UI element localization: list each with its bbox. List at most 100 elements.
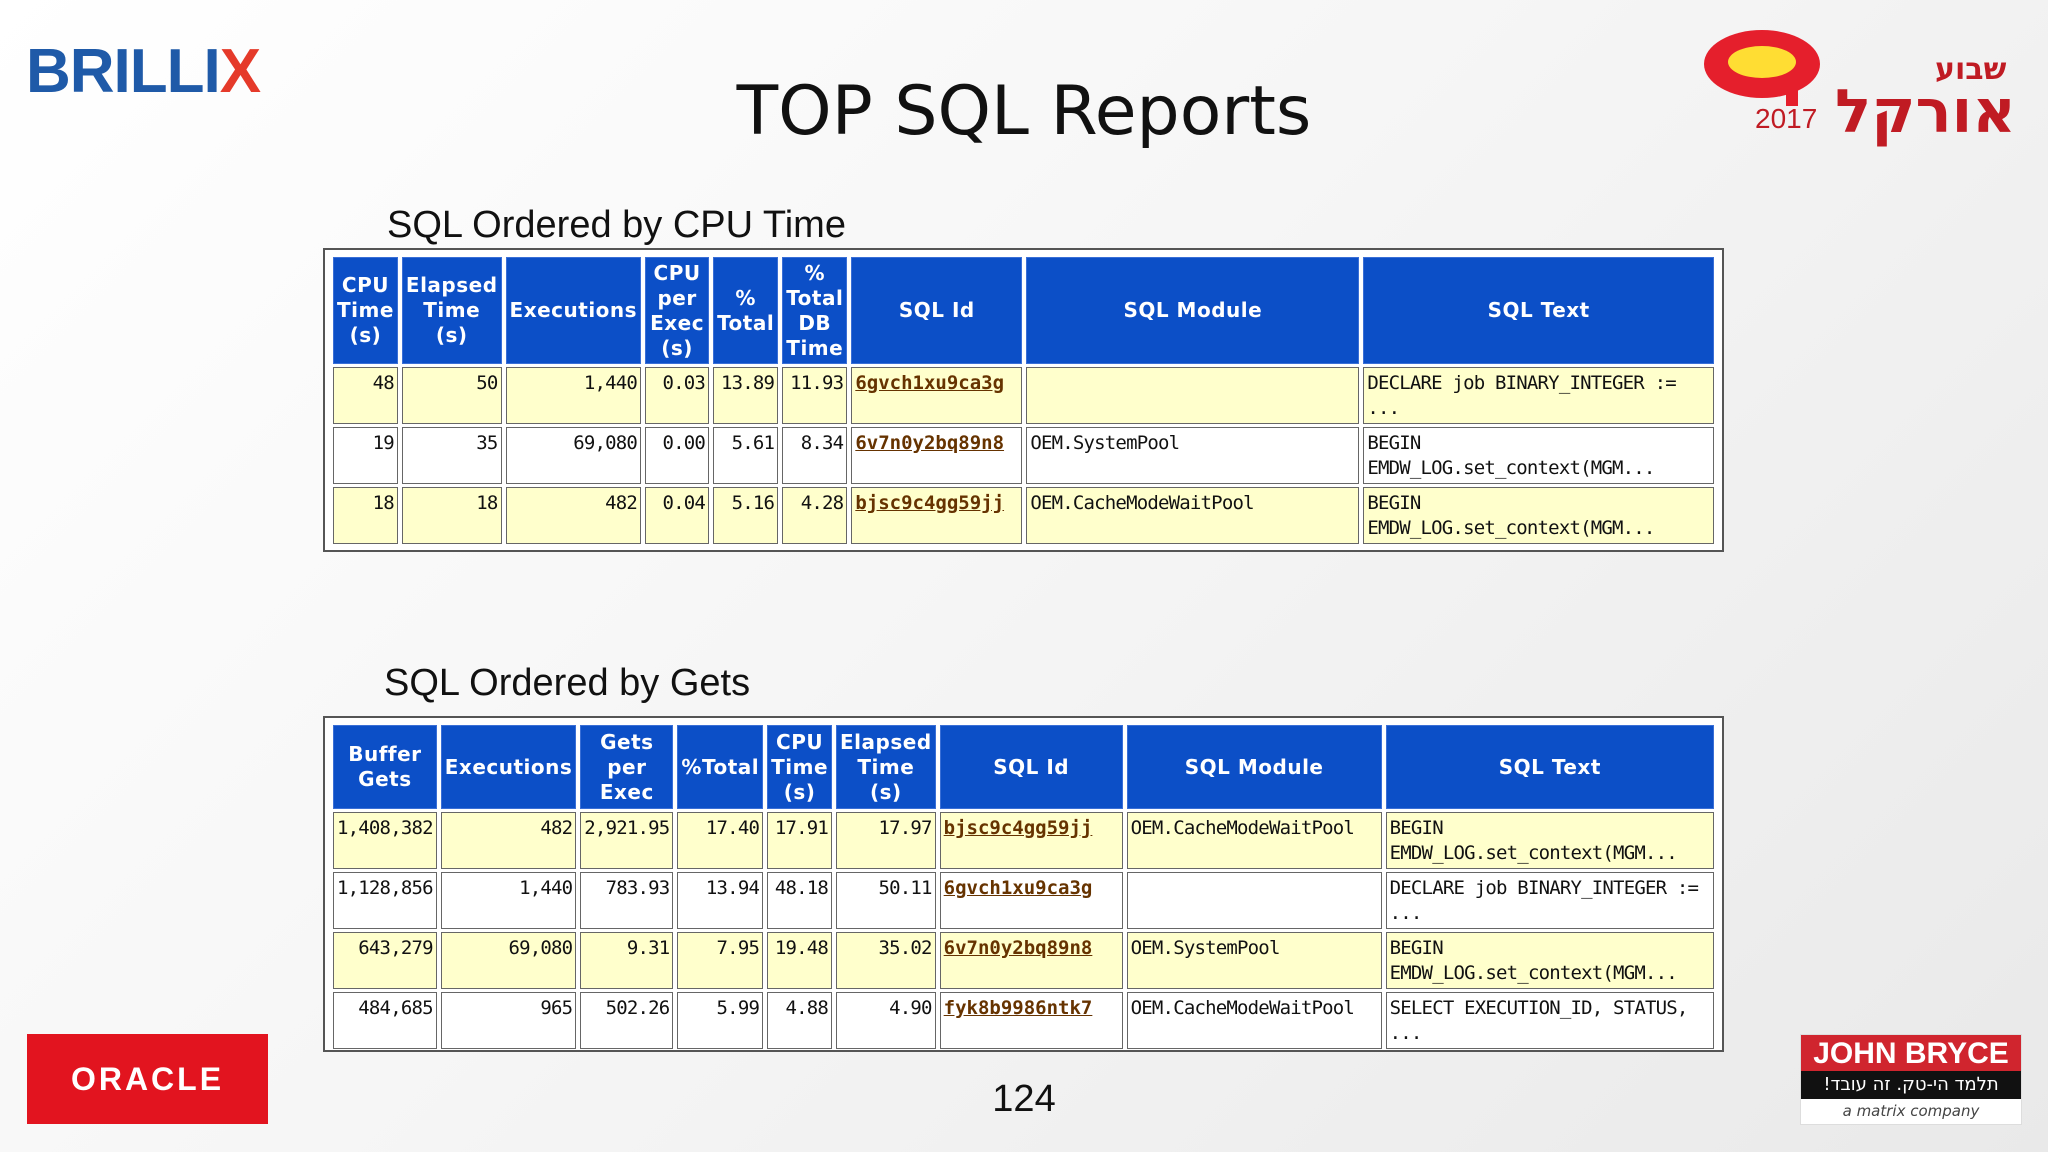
cell-sql-text: BEGIN EMDW_LOG.set_context(MGM... bbox=[1363, 487, 1714, 544]
col-header-elapsed[interactable]: Elapsed Time (s) bbox=[401, 257, 502, 364]
col-header-sql-module[interactable]: SQL Module bbox=[1126, 725, 1382, 809]
sql-id-link[interactable]: bjsc9c4gg59jj bbox=[855, 492, 1004, 514]
john-bryce-logo: JOHN BRYCE תלמד הי-טק. זה עובד! a matrix… bbox=[1800, 1034, 2022, 1125]
sql-id-link[interactable]: fyk8b9986ntk7 bbox=[944, 997, 1093, 1019]
cell-pct-total: 13.89 bbox=[713, 367, 779, 424]
sql-id-link[interactable]: bjsc9c4gg59jj bbox=[944, 817, 1093, 839]
cell-cpu-time: 19.48 bbox=[767, 932, 833, 989]
cell-pct-db-time: 8.34 bbox=[782, 427, 848, 484]
cell-buffer-gets: 643,279 bbox=[333, 932, 437, 989]
cell-sql-id: 6v7n0y2bq89n8 bbox=[851, 427, 1023, 484]
col-header-sql-text[interactable]: SQL Text bbox=[1363, 257, 1714, 364]
cell-pct-total: 5.99 bbox=[677, 992, 764, 1049]
cell-buffer-gets: 1,128,856 bbox=[333, 872, 437, 929]
cell-elapsed: 35.02 bbox=[836, 932, 936, 989]
col-header-pct-db-time[interactable]: % Total DB Time bbox=[782, 257, 848, 364]
cell-executions: 1,440 bbox=[505, 367, 642, 424]
table-row: 643,279 69,080 9.31 7.95 19.48 35.02 6v7… bbox=[333, 932, 1714, 989]
cell-cpu-time: 4.88 bbox=[767, 992, 833, 1049]
table-row: 484,685 965 502.26 5.99 4.88 4.90 fyk8b9… bbox=[333, 992, 1714, 1049]
sql-id-link[interactable]: 6gvch1xu9ca3g bbox=[944, 877, 1093, 899]
event-year: 2017 bbox=[1755, 103, 1817, 134]
cell-sql-id: 6v7n0y2bq89n8 bbox=[939, 932, 1123, 989]
cell-sql-id: bjsc9c4gg59jj bbox=[939, 812, 1123, 869]
cell-sql-text: BEGIN EMDW_LOG.set_context(MGM... bbox=[1385, 932, 1714, 989]
orakel-week-logo: 2017 שבוע אורקל bbox=[1704, 30, 2016, 147]
gets-table-container: Buffer Gets Executions Gets per Exec %To… bbox=[323, 716, 1724, 1052]
cell-sql-module bbox=[1026, 367, 1360, 424]
col-header-sql-text[interactable]: SQL Text bbox=[1385, 725, 1714, 809]
cell-buffer-gets: 484,685 bbox=[333, 992, 437, 1049]
cell-buffer-gets: 1,408,382 bbox=[333, 812, 437, 869]
table-row: 48 50 1,440 0.03 13.89 11.93 6gvch1xu9ca… bbox=[333, 367, 1714, 424]
col-header-pct-total[interactable]: % Total bbox=[713, 257, 779, 364]
cell-gets-per-exec: 783.93 bbox=[580, 872, 674, 929]
cell-elapsed: 18 bbox=[401, 487, 502, 544]
gets-table: Buffer Gets Executions Gets per Exec %To… bbox=[329, 722, 1718, 1052]
cell-sql-id: 6gvch1xu9ca3g bbox=[939, 872, 1123, 929]
sql-id-link[interactable]: 6v7n0y2bq89n8 bbox=[855, 432, 1004, 454]
col-header-executions[interactable]: Executions bbox=[440, 725, 577, 809]
cell-executions: 482 bbox=[505, 487, 642, 544]
cell-elapsed: 35 bbox=[401, 427, 502, 484]
cell-cpu-per-exec: 0.04 bbox=[645, 487, 710, 544]
cell-sql-text: BEGIN EMDW_LOG.set_context(MGM... bbox=[1385, 812, 1714, 869]
cell-sql-module: OEM.CacheModeWaitPool bbox=[1026, 487, 1360, 544]
table-row: 1,408,382 482 2,921.95 17.40 17.91 17.97… bbox=[333, 812, 1714, 869]
col-header-cpu-time[interactable]: CPU Time (s) bbox=[333, 257, 398, 364]
cell-cpu-time: 18 bbox=[333, 487, 398, 544]
cell-sql-module: OEM.CacheModeWaitPool bbox=[1126, 992, 1382, 1049]
cell-sql-id: bjsc9c4gg59jj bbox=[851, 487, 1023, 544]
john-bryce-tagline: תלמד הי-טק. זה עובד! bbox=[1801, 1071, 2021, 1099]
cell-pct-db-time: 4.28 bbox=[782, 487, 848, 544]
cell-sql-text: DECLARE job BINARY_INTEGER := ... bbox=[1363, 367, 1714, 424]
col-header-executions[interactable]: Executions bbox=[505, 257, 642, 364]
cell-sql-module bbox=[1126, 872, 1382, 929]
cell-cpu-time: 48.18 bbox=[767, 872, 833, 929]
cell-executions: 69,080 bbox=[440, 932, 577, 989]
col-header-elapsed[interactable]: Elapsed Time (s) bbox=[836, 725, 936, 809]
cell-pct-total: 17.40 bbox=[677, 812, 764, 869]
cell-sql-module: OEM.CacheModeWaitPool bbox=[1126, 812, 1382, 869]
cell-pct-db-time: 11.93 bbox=[782, 367, 848, 424]
cell-executions: 482 bbox=[440, 812, 577, 869]
cell-gets-per-exec: 502.26 bbox=[580, 992, 674, 1049]
cell-elapsed: 50 bbox=[401, 367, 502, 424]
cpu-section-title: SQL Ordered by CPU Time bbox=[387, 204, 846, 246]
col-header-sql-module[interactable]: SQL Module bbox=[1026, 257, 1360, 364]
table-row: 18 18 482 0.04 5.16 4.28 bjsc9c4gg59jj O… bbox=[333, 487, 1714, 544]
cell-pct-total: 5.16 bbox=[713, 487, 779, 544]
cell-cpu-time: 48 bbox=[333, 367, 398, 424]
col-header-sql-id[interactable]: SQL Id bbox=[939, 725, 1123, 809]
cell-cpu-per-exec: 0.03 bbox=[645, 367, 710, 424]
john-bryce-company: a matrix company bbox=[1842, 1102, 1980, 1120]
cell-sql-text: SELECT EXECUTION_ID, STATUS, ... bbox=[1385, 992, 1714, 1049]
cell-cpu-time: 19 bbox=[333, 427, 398, 484]
col-header-cpu-time[interactable]: CPU Time (s) bbox=[767, 725, 833, 809]
col-header-pct-total[interactable]: %Total bbox=[677, 725, 764, 809]
cell-executions: 1,440 bbox=[440, 872, 577, 929]
col-header-cpu-per-exec[interactable]: CPU per Exec (s) bbox=[645, 257, 710, 364]
cell-gets-per-exec: 2,921.95 bbox=[580, 812, 674, 869]
cell-sql-module: OEM.SystemPool bbox=[1126, 932, 1382, 989]
john-bryce-name: JOHN BRYCE bbox=[1801, 1035, 2021, 1071]
cell-pct-total: 7.95 bbox=[677, 932, 764, 989]
cpu-table: CPU Time (s) Elapsed Time (s) Executions… bbox=[329, 254, 1718, 547]
col-header-buffer-gets[interactable]: Buffer Gets bbox=[333, 725, 437, 809]
page-number: 124 bbox=[992, 1078, 1056, 1120]
cell-sql-id: 6gvch1xu9ca3g bbox=[851, 367, 1023, 424]
sql-id-link[interactable]: 6gvch1xu9ca3g bbox=[855, 372, 1004, 394]
sql-id-link[interactable]: 6v7n0y2bq89n8 bbox=[944, 937, 1093, 959]
cell-sql-text: DECLARE job BINARY_INTEGER := ... bbox=[1385, 872, 1714, 929]
col-header-gets-per-exec[interactable]: Gets per Exec bbox=[580, 725, 674, 809]
cell-gets-per-exec: 9.31 bbox=[580, 932, 674, 989]
cell-executions: 965 bbox=[440, 992, 577, 1049]
table-row: 1,128,856 1,440 783.93 13.94 48.18 50.11… bbox=[333, 872, 1714, 929]
cell-sql-text: BEGIN EMDW_LOG.set_context(MGM... bbox=[1363, 427, 1714, 484]
cell-executions: 69,080 bbox=[505, 427, 642, 484]
table-row: 19 35 69,080 0.00 5.61 8.34 6v7n0y2bq89n… bbox=[333, 427, 1714, 484]
col-header-sql-id[interactable]: SQL Id bbox=[851, 257, 1023, 364]
cell-cpu-time: 17.91 bbox=[767, 812, 833, 869]
cpu-table-container: CPU Time (s) Elapsed Time (s) Executions… bbox=[323, 248, 1724, 552]
cell-cpu-per-exec: 0.00 bbox=[645, 427, 710, 484]
